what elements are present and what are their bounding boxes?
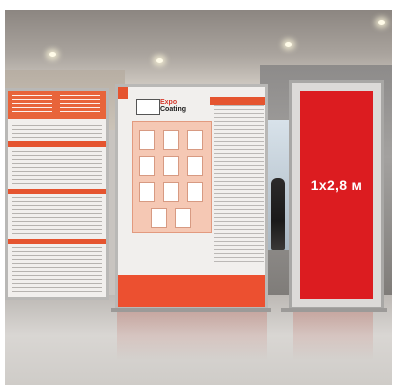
booth-block [139,130,155,150]
info-panel-left [5,88,109,300]
booth-block [175,208,191,228]
brand-logo: Expo Coating [160,99,187,113]
header-text-block [12,95,52,115]
logo-icon [136,99,160,115]
ceiling-light [49,52,56,57]
text-block [12,151,102,187]
floor-plan-panel: Expo Coating [115,84,268,310]
advertising-stand: 1x2,8 м [289,80,384,310]
corner-badge [118,87,128,99]
panel-size-label: 1x2,8 м [310,177,363,193]
booth-block [139,156,155,176]
ceiling-light [285,42,292,47]
stand-base [281,308,387,312]
booth-block [187,130,203,150]
panel-footer-stripe [118,275,265,307]
text-block [12,125,102,139]
text-block [12,247,102,295]
floor-plan-map [132,121,212,233]
person-in-background [271,178,285,250]
section-stripe [8,141,106,147]
booth-block [151,208,167,228]
booth-block [163,156,179,176]
booth-block [163,182,179,202]
booth-block [187,156,203,176]
section-stripe [8,239,106,244]
stand-base [111,308,271,312]
ceiling-light [378,20,385,25]
booth-block [139,182,155,202]
ceiling-light [156,58,163,63]
header-text-block [60,95,100,115]
red-ad-panel: 1x2,8 м [300,91,373,299]
list-header-stripe [210,97,265,105]
section-stripe [8,189,106,194]
booth-block [163,130,179,150]
booth-block [187,182,203,202]
panel-header [8,91,106,119]
exhibition-hall-photo: Expo Coating 1x2,8 м [5,10,392,385]
text-block [12,197,102,237]
exhibitor-list [214,105,264,265]
